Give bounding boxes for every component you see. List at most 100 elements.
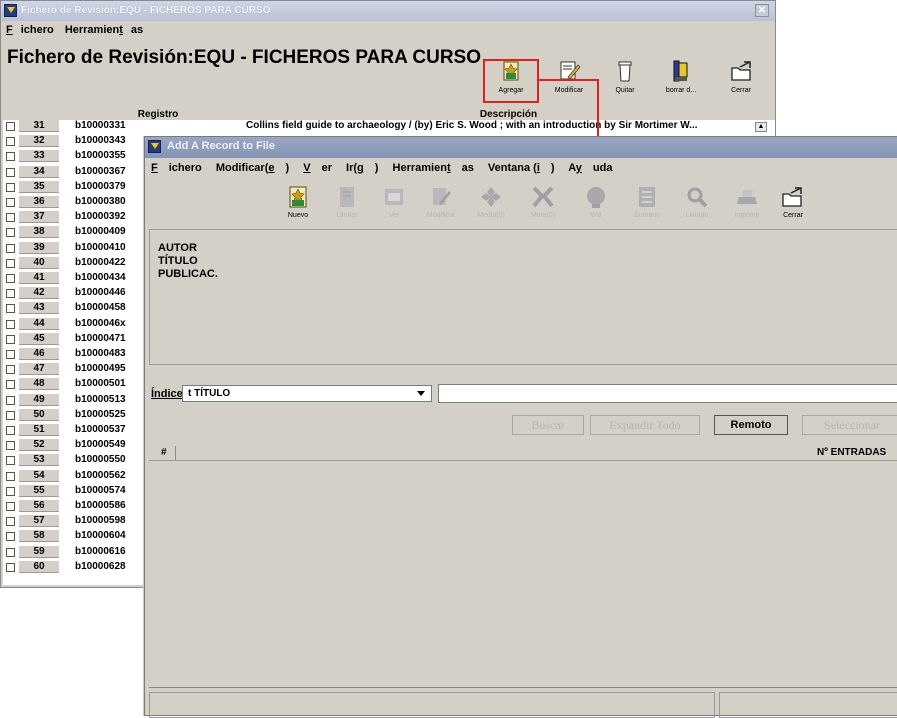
indice-select[interactable]: t TÍTULO — [182, 385, 432, 402]
add-record-title: Add A Record to File — [167, 140, 275, 152]
sumario-button[interactable]: Sumario — [627, 185, 667, 219]
field-titulo[interactable]: TÍTULO — [158, 255, 198, 267]
row-checkbox[interactable] — [6, 517, 15, 527]
field-publicac[interactable]: PUBLICAC. — [158, 268, 218, 280]
row-number: 40 — [19, 256, 59, 269]
close-folder-icon-front — [781, 185, 805, 209]
menu-fichero-front[interactable]: Fichero — [151, 162, 202, 174]
row-checkbox[interactable] — [6, 137, 15, 147]
borrar-label: borrar d... — [665, 87, 697, 94]
row-checkbox[interactable] — [6, 213, 15, 223]
row-checkbox[interactable] — [6, 182, 15, 192]
borrar-button[interactable]: borrar d... — [655, 59, 707, 94]
ver-button[interactable]: Ver — [374, 185, 414, 219]
ver-label: Ver — [388, 212, 400, 219]
row-checkbox[interactable] — [6, 547, 15, 557]
row-checkbox[interactable] — [6, 350, 15, 359]
media-button[interactable]: Media(0) — [471, 185, 511, 219]
quitar-label: Quitar — [615, 87, 635, 94]
row-checkbox[interactable] — [6, 152, 15, 162]
menu-ayuda[interactable]: Ay uda — [568, 162, 612, 174]
add-record-titlebar[interactable]: Add A Record to File — [145, 137, 897, 158]
status-pane-right — [719, 692, 897, 718]
remoto-button[interactable]: Remoto — [714, 415, 788, 435]
cerrar-label-back: Cerrar — [731, 87, 751, 94]
expandir-todo-button[interactable]: Expandir Todo — [590, 415, 700, 435]
row-checkbox[interactable] — [6, 426, 15, 435]
buscar-button[interactable]: Buscar — [512, 415, 584, 435]
row-checkbox[interactable] — [6, 334, 15, 344]
cerrar-button-back[interactable]: Cerrar — [721, 59, 761, 94]
menu-ventana[interactable]: Ventana (i) — [488, 162, 555, 174]
row-checkbox[interactable] — [6, 365, 15, 375]
row-checkbox[interactable] — [6, 319, 15, 329]
row-number: 53 — [19, 454, 59, 467]
row-checkbox[interactable] — [6, 258, 15, 268]
scroll-up-arrow[interactable]: ▲ — [755, 122, 767, 132]
row-number: 46 — [19, 348, 59, 360]
row-number: 60 — [19, 560, 59, 573]
modificar-button-front[interactable]: Modificar — [421, 185, 461, 219]
quitar-button[interactable]: Quitar — [605, 59, 645, 94]
search-input[interactable] — [438, 384, 897, 403]
row-checkbox[interactable] — [6, 395, 15, 405]
seleccionar-button[interactable]: Seleccionar — [802, 415, 897, 435]
row-checkbox[interactable] — [6, 502, 15, 511]
row-number: 42 — [19, 287, 59, 300]
row-number: 37 — [19, 211, 59, 224]
row-number: 56 — [19, 500, 59, 512]
row-checkbox[interactable] — [6, 532, 15, 542]
cerrar-button-front[interactable]: Cerrar — [773, 185, 813, 219]
row-checkbox[interactable] — [6, 274, 15, 283]
meta-button[interactable]: Meta(0) — [523, 185, 563, 219]
results-entradas-column[interactable]: Nº ENTRADAS — [817, 446, 886, 460]
limitar-button[interactable]: Limitar — [327, 185, 367, 219]
row-number: 52 — [19, 439, 59, 452]
review-window-titlebar[interactable]: Fichero de Revisión:EQU - FICHEROS PARA … — [1, 1, 775, 21]
row-number: 59 — [19, 545, 59, 558]
trash-icon — [610, 59, 640, 83]
row-number: 58 — [19, 530, 59, 543]
modificar-label: Modificar — [554, 87, 584, 94]
view-icon — [382, 185, 406, 209]
row-checkbox[interactable] — [6, 441, 15, 451]
listado-button[interactable]: Listado — [677, 185, 717, 219]
chevron-down-icon[interactable] — [417, 391, 425, 396]
row-checkbox[interactable] — [6, 228, 15, 238]
row-checkbox[interactable] — [6, 456, 15, 466]
edit-icon — [429, 185, 453, 209]
close-icon[interactable]: ✕ — [755, 4, 769, 17]
indice-select-value: t TÍTULO — [188, 388, 231, 399]
row-checkbox[interactable] — [6, 471, 15, 481]
field-autor[interactable]: AUTOR — [158, 242, 197, 254]
row-checkbox[interactable] — [6, 562, 15, 572]
menu-herramientas[interactable]: Herramient as — [65, 24, 143, 36]
row-checkbox[interactable] — [6, 380, 15, 390]
row-registro: b10000331 — [75, 120, 126, 131]
row-checkbox[interactable] — [6, 198, 15, 207]
imprimir-button[interactable]: Imprimir — [727, 185, 767, 219]
limitar-label: Limitar — [336, 212, 358, 219]
search-icon — [685, 185, 709, 209]
menu-herramientas-front[interactable]: Herramient as — [393, 162, 474, 174]
modificar-button[interactable]: Modificar — [547, 59, 591, 94]
row-checkbox[interactable] — [6, 410, 15, 420]
menu-fichero[interactable]: Fichero — [6, 24, 54, 36]
row-checkbox[interactable] — [6, 122, 15, 131]
menu-ir[interactable]: Ir(g) — [346, 162, 378, 174]
row-checkbox[interactable] — [6, 486, 15, 496]
record-editor-area[interactable]: AUTOR TÍTULO PUBLICAC. — [149, 229, 897, 365]
wb-button[interactable]: WB — [576, 185, 616, 219]
table-row[interactable]: 31 b10000331 Collins field guide to archae… — [3, 120, 775, 132]
results-hash-column[interactable]: # — [161, 446, 167, 460]
results-list[interactable] — [149, 461, 897, 689]
row-checkbox[interactable] — [6, 289, 15, 299]
media-icon — [479, 185, 503, 209]
menu-ver[interactable]: Ver — [303, 162, 332, 174]
row-number: 49 — [19, 393, 59, 406]
row-checkbox[interactable] — [6, 243, 15, 253]
row-checkbox[interactable] — [6, 304, 15, 314]
row-checkbox[interactable] — [6, 167, 15, 177]
menu-modificar[interactable]: Modificar(e) — [216, 162, 289, 174]
nuevo-button[interactable]: Nuevo — [278, 185, 318, 219]
